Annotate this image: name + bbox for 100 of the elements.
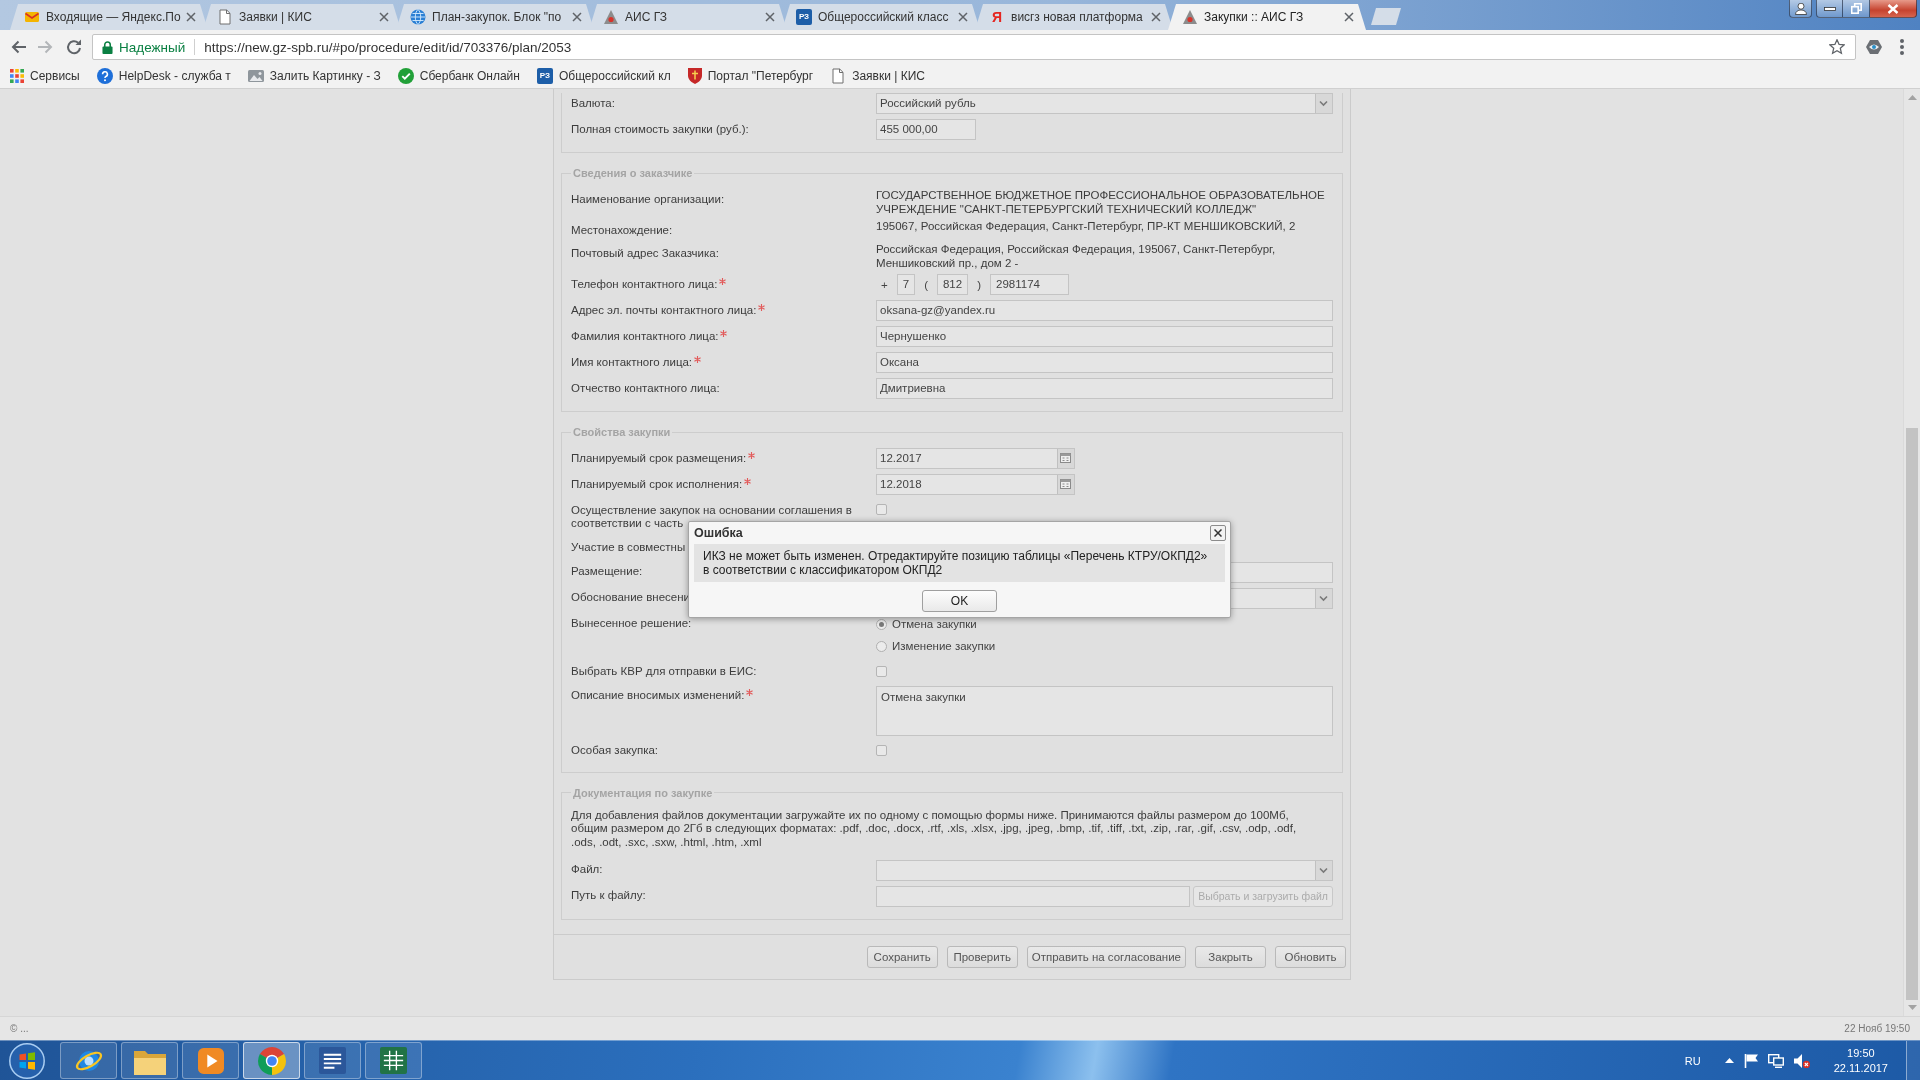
close-button[interactable] xyxy=(1210,525,1226,541)
profile-button[interactable] xyxy=(1789,0,1812,18)
phone-symbol: + xyxy=(881,278,888,291)
hexagon-eye-icon xyxy=(1866,39,1882,55)
text-field[interactable]: Чернушенко xyxy=(876,326,1333,347)
triangle-up-icon xyxy=(1724,1058,1734,1063)
field-label: Наименование организации: xyxy=(571,192,725,206)
radio-label[interactable]: Изменение закупки xyxy=(892,640,996,652)
section-title: Свойства закупки xyxy=(572,425,672,439)
taskbar-button[interactable] xyxy=(243,1042,300,1079)
browser-tab[interactable]: План-закупок. Блок "по xyxy=(396,4,594,30)
close-icon xyxy=(1344,12,1354,22)
monitor-icon xyxy=(1767,1053,1784,1068)
language-indicator[interactable]: RU xyxy=(1684,1054,1701,1067)
caret-icon xyxy=(1315,860,1332,880)
grid-icon xyxy=(10,69,24,83)
checkbox[interactable] xyxy=(876,665,887,677)
field-label: Файл: xyxy=(571,863,603,877)
text-field[interactable]: 7 xyxy=(896,274,916,295)
bookmark-item[interactable]: Заявки | КИС xyxy=(830,68,925,84)
dropdown-field[interactable] xyxy=(876,859,1333,881)
field-label: Полная стоимость закупки (руб.): xyxy=(571,122,749,136)
text-field[interactable]: oksana-gz@yandex.ru xyxy=(876,300,1333,321)
close-icon xyxy=(572,12,582,22)
field-label: Адрес эл. почты контактного лица: xyxy=(571,303,757,317)
browser-tab[interactable]: Заявки | КИС xyxy=(203,4,401,30)
new-tab-button[interactable] xyxy=(1371,8,1401,25)
url-text: https://new.gz-spb.ru/#po/procedure/edit/id/703376/plan/2053 xyxy=(204,39,573,55)
taskbar-button[interactable] xyxy=(365,1042,422,1079)
browser-tab[interactable]: Я висгз новая платформа xyxy=(975,4,1173,30)
globe-icon xyxy=(410,9,426,25)
dropdown-field[interactable]: Российский рубль xyxy=(876,93,1333,114)
lock-icon xyxy=(102,40,113,54)
speaker-muted-icon xyxy=(1793,1053,1810,1068)
field-label: Размещение: xyxy=(571,565,643,579)
close-icon xyxy=(765,12,775,22)
taskbar-button[interactable] xyxy=(60,1042,117,1079)
action-button[interactable]: Обновить xyxy=(1275,945,1346,968)
date-field[interactable]: 12.2018 xyxy=(876,474,1075,495)
bookmark-item[interactable]: Сервисы xyxy=(10,69,80,83)
show-desktop-button[interactable] xyxy=(1906,1041,1920,1080)
file-path-field[interactable] xyxy=(876,885,1191,907)
action-button[interactable]: Сохранить xyxy=(866,945,938,968)
check-circle-icon xyxy=(397,68,414,84)
back-arrow-icon xyxy=(10,39,26,55)
help-text: Для добавления файлов документации загружайте их по одному с помощью формы ниже. Принимаются файлы размером до 100Мб, общим размером до 2Гб в следующих форматах: .pdf, .doc, .docx, .rtf, .xls, .xlsx, .jpg, .jpeg, .bmp, .tif, .tiff, .txt, .zip, .rar, .gif, .csv, .odp, .odf, .ods, .odt, .sxc, .sxw, .html, .htm, .xml xyxy=(571,808,1298,850)
crest-icon xyxy=(687,68,702,84)
close-icon xyxy=(186,12,196,22)
browser-tab[interactable]: АИС ГЗ xyxy=(589,4,787,30)
action-button[interactable]: Закрыть xyxy=(1195,945,1266,968)
scrollbar-thumb[interactable] xyxy=(1906,428,1918,1000)
date-field[interactable]: 12.2017 xyxy=(876,448,1075,469)
field-label: Вынесенное решение: xyxy=(571,617,692,631)
field-label: Путь к файлу: xyxy=(571,889,646,903)
bookmark-item[interactable]: Сбербанк Онлайн xyxy=(397,68,520,84)
bookmark-item[interactable]: Залить Картинку - З xyxy=(247,69,381,83)
action-button[interactable]: Проверить xyxy=(946,945,1018,968)
text-field[interactable]: Оксана xyxy=(876,352,1333,373)
minimize-icon xyxy=(1823,6,1836,11)
help-icon xyxy=(96,68,113,84)
scrollbar[interactable] xyxy=(1903,89,1920,1016)
field-value: 195067, Российская Федерация, Санкт-Петербург, ПР-КТ МЕНШИКОВСКИЙ, 2 xyxy=(876,220,1297,234)
text-field[interactable]: 812 xyxy=(936,274,969,295)
taskbar-button[interactable] xyxy=(182,1042,239,1079)
action-button[interactable]: Отправить на согласование xyxy=(1026,945,1186,968)
clock-time[interactable]: 19:50 xyxy=(1847,1045,1875,1061)
taskbar-button[interactable] xyxy=(121,1042,178,1079)
site-logo: РЗ xyxy=(536,68,553,84)
taskbar-button[interactable] xyxy=(304,1042,361,1079)
browser-tab[interactable]: РЗ Общероссийский класс xyxy=(782,4,980,30)
ok-button[interactable]: OK xyxy=(922,590,997,612)
checkbox[interactable] xyxy=(876,744,887,756)
browser-tab[interactable]: Закупки :: АИС ГЗ xyxy=(1168,4,1366,30)
restore-button[interactable] xyxy=(1843,0,1870,18)
text-field[interactable]: Дмитриевна xyxy=(876,378,1333,399)
play-icon xyxy=(197,1047,224,1074)
text-field[interactable]: 2981174 xyxy=(990,274,1069,295)
radio-button[interactable] xyxy=(876,640,887,652)
bookmark-item[interactable]: HelpDesk - служба т xyxy=(96,68,231,84)
document-icon xyxy=(830,68,847,84)
bookmark-item[interactable]: РЗ Общероссийский кл xyxy=(536,68,671,84)
checkbox[interactable] xyxy=(876,504,887,515)
site-logo: Я xyxy=(990,9,1004,25)
up-arrow-icon xyxy=(1907,95,1917,100)
field-label: Планируемый срок размещения: xyxy=(571,451,747,465)
orb-icon xyxy=(9,1042,45,1079)
address-bar[interactable]: Надежный https://new.gz-spb.ru/#po/procedure/edit/id/703376/plan/2053 xyxy=(92,34,1856,60)
minimize-button[interactable] xyxy=(1816,0,1843,18)
radio-label[interactable]: Отмена закупки xyxy=(892,618,977,630)
close-icon xyxy=(958,12,968,22)
bookmark-item[interactable]: Портал "Петербург xyxy=(687,68,814,84)
clock-date[interactable]: 22.11.2017 xyxy=(1833,1060,1888,1076)
text-field[interactable]: 455 000,00 xyxy=(876,119,976,140)
field-label: Описание вносимых изменений: xyxy=(571,689,745,703)
close-button[interactable] xyxy=(1870,0,1917,18)
emblem-icon xyxy=(603,9,619,25)
text-area[interactable]: Отмена закупки xyxy=(876,685,1333,736)
browser-tab[interactable]: Входящие — Яндекс.По xyxy=(10,4,208,30)
field-value: ГОСУДАРСТВЕННОЕ БЮДЖЕТНОЕ ПРОФЕССИОНАЛЬНОЕ ОБРАЗОВАТЕЛЬНОЕ УЧРЕЖДЕНИЕ "САНКТ-ПЕТЕРБУРГСКИЙ ТЕХНИЧЕСКИЙ КОЛЛЕДЖ" xyxy=(876,189,1326,216)
field-label: Местонахождение: xyxy=(571,223,673,237)
